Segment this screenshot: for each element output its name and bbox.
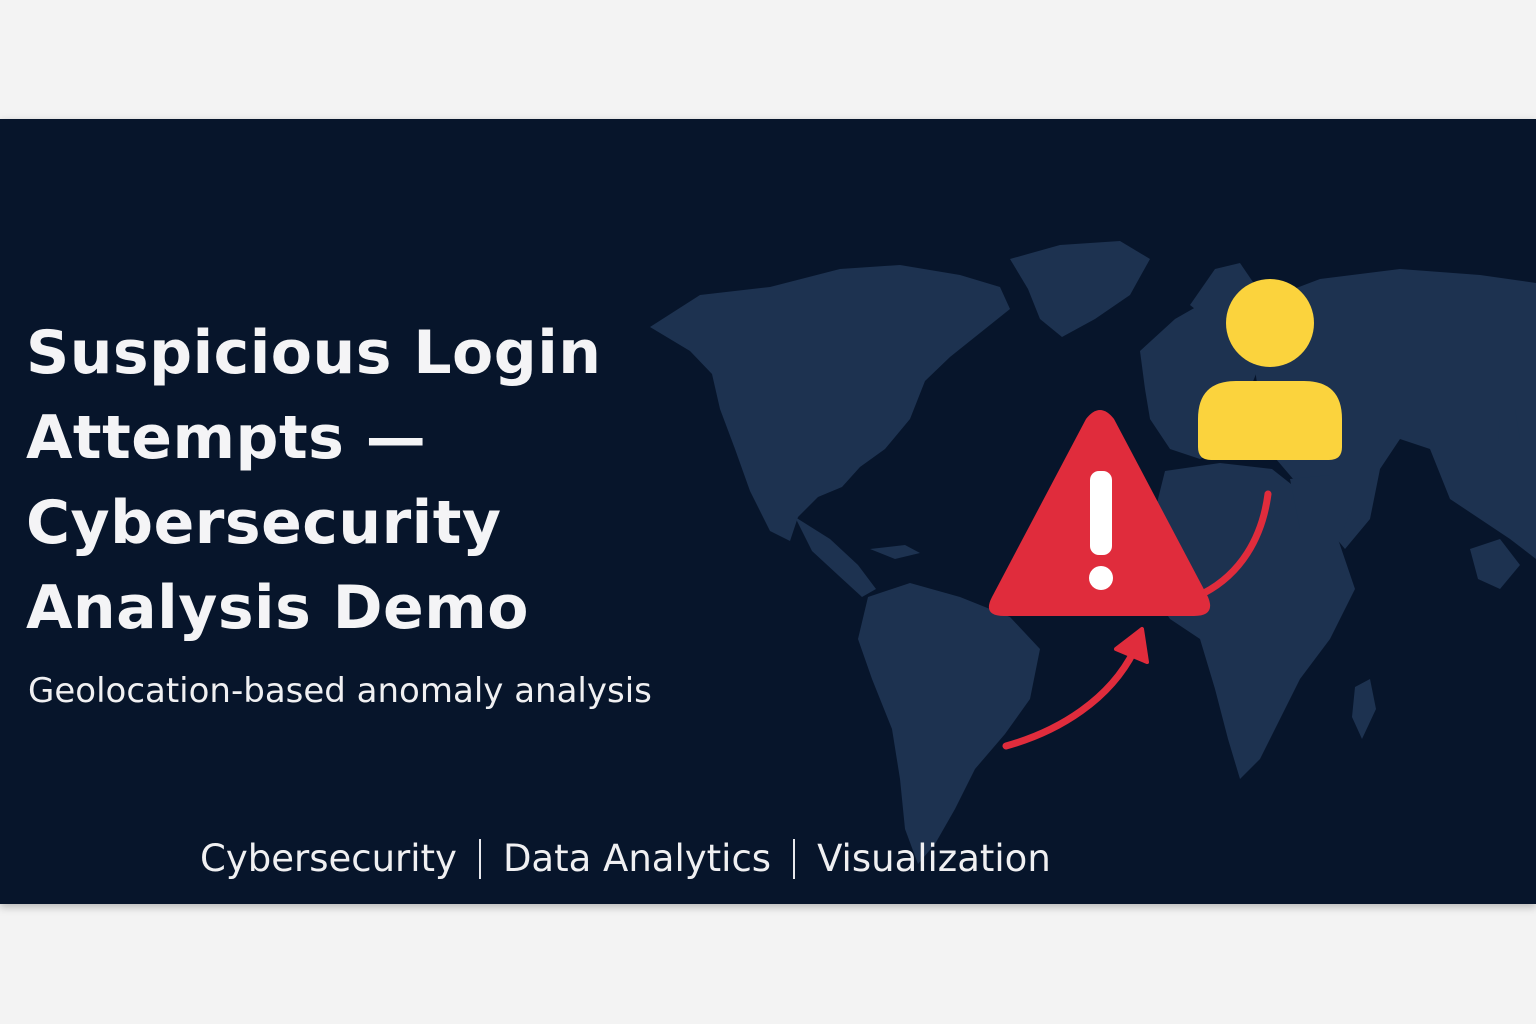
warning-triangle-icon [988,410,1211,616]
hero-banner: Suspicious Login Attempts — Cybersecurit… [0,119,1536,904]
connection-line [1200,490,1272,597]
connection-arrow-icon [1002,627,1149,750]
user-icon [1198,279,1342,460]
alert-graphic [988,279,1342,750]
